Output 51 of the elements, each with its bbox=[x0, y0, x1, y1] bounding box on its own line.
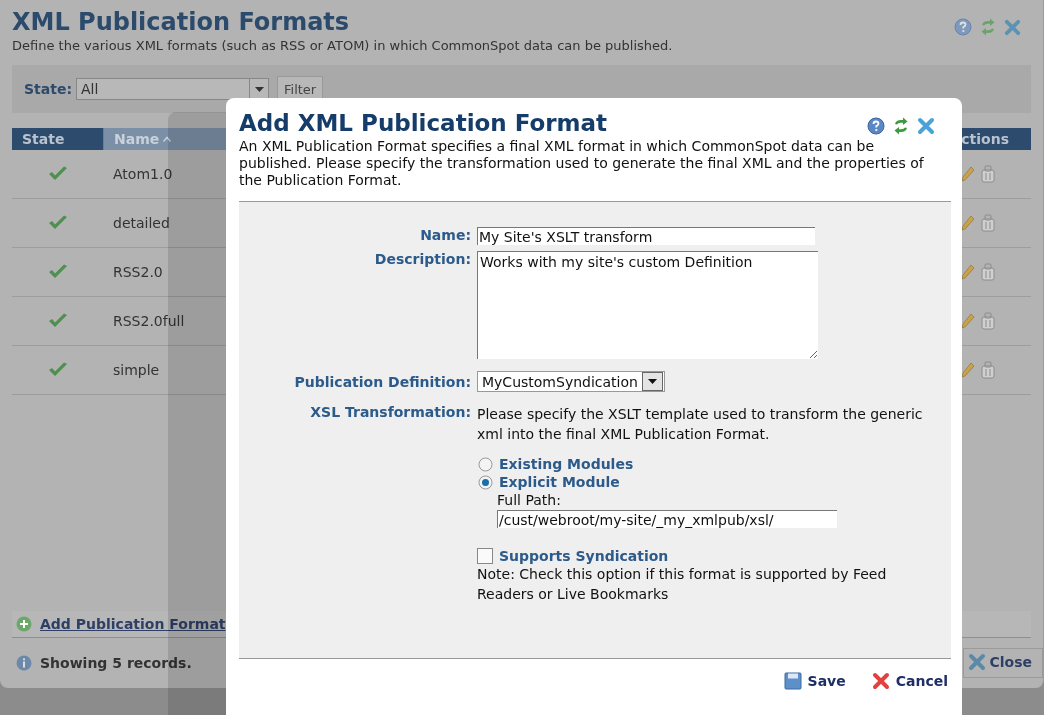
add-publication-format-link[interactable]: Add Publication Format bbox=[40, 616, 226, 632]
full-path-field[interactable]: /cust/webroot/my-site/_my_xmlpub/xsl/ bbox=[497, 510, 837, 528]
close-button[interactable]: Close bbox=[963, 648, 1043, 678]
full-path-label: Full Path: bbox=[497, 492, 562, 508]
field-label: Description: bbox=[373, 251, 472, 269]
cancel-button[interactable]: Cancel bbox=[871, 672, 948, 690]
trash-can-icon[interactable] bbox=[979, 263, 997, 281]
trash-can-icon[interactable] bbox=[979, 312, 997, 330]
supports-syndication-checkbox[interactable]: Supports Syndication bbox=[477, 548, 951, 564]
table-cell: Atom1.0 bbox=[113, 166, 173, 182]
info-icon bbox=[16, 655, 32, 671]
trash-can-icon[interactable] bbox=[979, 214, 997, 232]
table-cell: RSS2.0full bbox=[113, 313, 185, 329]
field-label: XSL Transformation: bbox=[309, 403, 472, 422]
help-icon[interactable] bbox=[867, 117, 885, 135]
close-icon[interactable] bbox=[917, 117, 935, 135]
add-icon bbox=[16, 616, 32, 632]
syndication-note: Note: Check this option if this format is supported by Feed Readers or Live Bookmarks bbox=[477, 565, 888, 604]
dropdown-arrow-icon bbox=[648, 379, 657, 384]
publication-definition-dropdown[interactable]: MyCustomSyndication bbox=[477, 371, 665, 392]
module-radio[interactable]: Explicit Module bbox=[477, 474, 951, 490]
page-subtitle: Define the various XML formats (such as RSS or ATOM) in which CommonSpot data can be published. bbox=[12, 38, 674, 53]
field-label: Publication Definition: bbox=[293, 373, 472, 392]
table-cell: simple bbox=[113, 362, 160, 378]
module-radio[interactable]: Existing Modules bbox=[477, 456, 951, 472]
check-icon bbox=[48, 264, 68, 280]
refresh-icon[interactable] bbox=[893, 117, 909, 135]
trash-can-icon[interactable] bbox=[979, 165, 997, 183]
close-icon bbox=[968, 653, 987, 671]
description-field[interactable]: Works with my site's custom Definition bbox=[477, 251, 818, 359]
status-text: Showing 5 records. bbox=[40, 655, 192, 671]
check-icon bbox=[48, 166, 68, 182]
check-icon bbox=[48, 362, 68, 378]
dialog-title: Add XML Publication Format bbox=[239, 110, 608, 136]
state-dropdown[interactable]: All bbox=[76, 78, 269, 100]
table-cell: RSS2.0 bbox=[113, 264, 163, 280]
save-button[interactable]: Save bbox=[783, 672, 846, 690]
filter-label: State: bbox=[24, 81, 72, 97]
sort-ascending-icon bbox=[163, 136, 172, 142]
dialog-description: An XML Publication Format specifies a final XML format in which CommonSpot data can be published. Please specify the transformation used to generate the final XML and the properties of the Publication Format. bbox=[239, 138, 925, 189]
trash-can-icon[interactable] bbox=[979, 361, 997, 379]
dropdown-arrow-icon bbox=[254, 86, 264, 92]
table-cell: detailed bbox=[113, 215, 170, 231]
page-title: XML Publication Formats bbox=[12, 8, 350, 36]
field-label: Name: bbox=[419, 227, 472, 245]
name-field[interactable]: My Site's XSLT transform bbox=[477, 227, 815, 245]
help-icon[interactable] bbox=[954, 18, 972, 36]
check-icon bbox=[48, 313, 68, 329]
close-icon[interactable] bbox=[871, 672, 890, 690]
xsl-help-text: Please specify the XSLT template used to transform the generic xml into the final XML Publication Format. bbox=[477, 405, 924, 444]
check-icon bbox=[48, 215, 68, 231]
